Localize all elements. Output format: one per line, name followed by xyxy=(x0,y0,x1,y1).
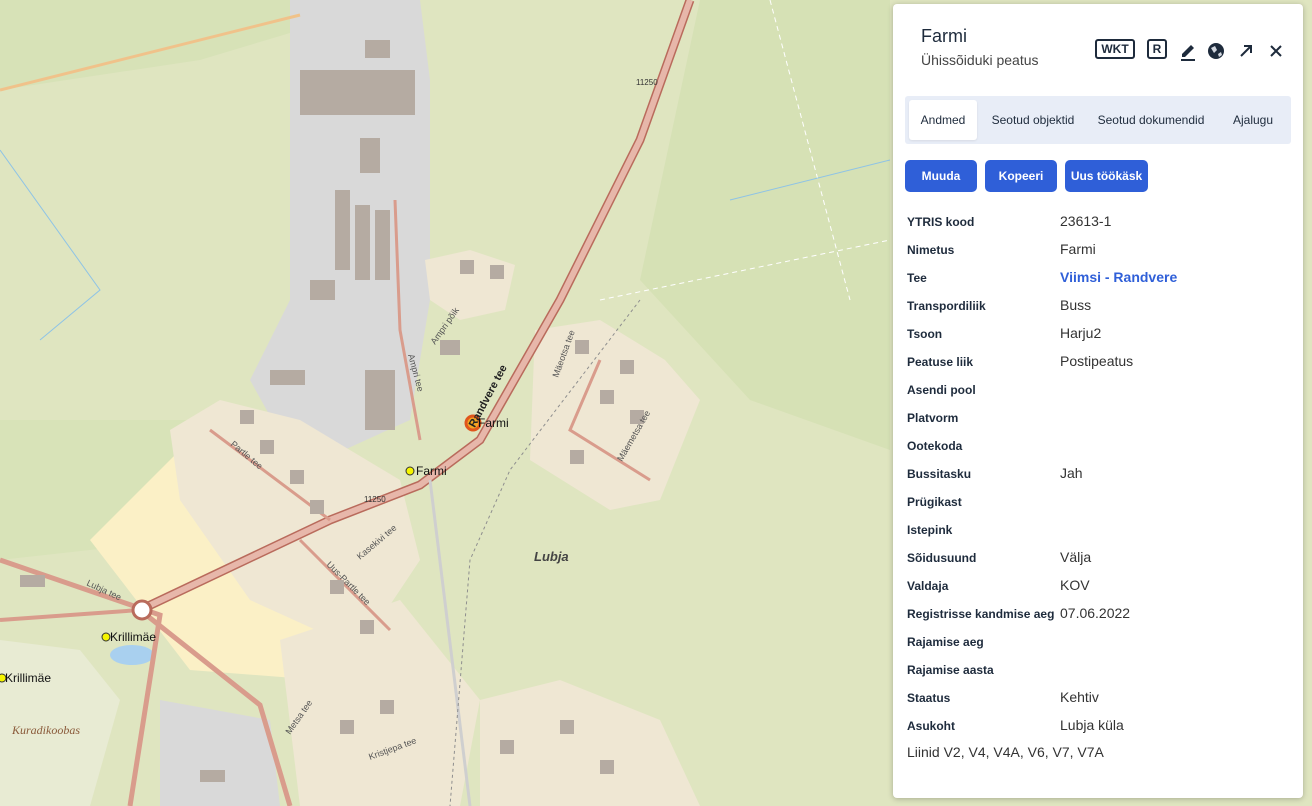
stop-marker-krillimae[interactable] xyxy=(101,632,111,642)
wkt-button[interactable]: WKT xyxy=(1095,39,1135,59)
map-label-krillimae-2: Krillimäe xyxy=(5,671,51,685)
bus-lines: Liinid V2, V4, V4A, V6, V7, V7A xyxy=(907,744,1104,760)
field-row-valdaja: Valdaja KOV xyxy=(907,575,1297,597)
details-panel: Farmi Ühissõiduki peatus WKT R Andmed Se… xyxy=(893,4,1303,798)
field-row-nimetus: Nimetus Farmi xyxy=(907,239,1297,261)
map-label-farmi-selected: Farmi xyxy=(478,416,509,430)
field-row-registrisse-kandmise-aeg: Registrisse kandmise aeg 07.06.2022 xyxy=(907,603,1297,625)
close-icon xyxy=(1270,45,1282,57)
field-value: Farmi xyxy=(1060,241,1096,257)
arrow-up-right-icon xyxy=(1240,45,1252,57)
close-panel-button[interactable] xyxy=(1265,40,1287,62)
field-value: Lubja küla xyxy=(1060,717,1124,733)
field-label: Platvorm xyxy=(907,411,959,425)
field-row-rajamise-aasta: Rajamise aasta xyxy=(907,659,1297,681)
field-row-staatus: Staatus Kehtiv xyxy=(907,687,1297,709)
field-value: 23613-1 xyxy=(1060,213,1112,229)
tab-seotud-objektid[interactable]: Seotud objektid xyxy=(983,100,1083,140)
panel-subtitle: Ühissõiduki peatus xyxy=(921,52,1039,68)
field-value: KOV xyxy=(1060,577,1090,593)
field-row-asukoht: Asukoht Lubja küla xyxy=(907,715,1297,737)
field-value: 07.06.2022 xyxy=(1060,605,1131,621)
copy-button[interactable]: Kopeeri xyxy=(985,160,1057,192)
field-label: Valdaja xyxy=(907,579,949,593)
map-label-road-number: 11250 xyxy=(636,78,658,87)
new-task-button[interactable]: Uus töökäsk xyxy=(1065,160,1148,192)
r-button[interactable]: R xyxy=(1147,39,1167,59)
field-label: Istepink xyxy=(907,523,953,537)
globe-icon xyxy=(1208,43,1224,59)
globe-button[interactable] xyxy=(1205,40,1227,62)
field-label: Ootekoda xyxy=(907,439,963,453)
field-row-platvorm: Platvorm xyxy=(907,407,1297,429)
edit-geometry-button[interactable] xyxy=(1177,40,1199,62)
map-label-lubja: Lubja xyxy=(534,549,569,564)
field-label: Nimetus xyxy=(907,243,955,257)
map-label-krillimae: Krillimäe xyxy=(110,630,156,644)
field-row-istepink: Istepink xyxy=(907,519,1297,541)
field-label: Asukoht xyxy=(907,719,955,733)
stop-marker-farmi[interactable] xyxy=(405,466,415,476)
field-row-asendi-pool: Asendi pool xyxy=(907,379,1297,401)
map-label-kuradikoobas: Kuradikoobas xyxy=(11,723,80,737)
field-value: Kehtiv xyxy=(1060,689,1099,705)
field-label: Staatus xyxy=(907,691,951,705)
map-label-farmi: Farmi xyxy=(416,464,447,478)
field-value: Välja xyxy=(1060,549,1092,565)
tab-ajalugu[interactable]: Ajalugu xyxy=(1221,100,1285,140)
tab-seotud-dokumendid[interactable]: Seotud dokumendid xyxy=(1089,100,1213,140)
tab-andmed[interactable]: Andmed xyxy=(909,100,977,140)
field-row-peatuse-liik: Peatuse liik Postipeatus xyxy=(907,351,1297,373)
field-value: Postipeatus xyxy=(1060,353,1134,369)
field-value: Harju2 xyxy=(1060,325,1102,341)
pencil-icon xyxy=(1181,45,1195,61)
map-label-road-number-2: 11250 xyxy=(364,495,386,504)
field-row-ytris-kood: YTRIS kood 23613-1 xyxy=(907,211,1297,233)
field-label: Transpordiliik xyxy=(907,299,986,313)
road-link[interactable]: Viimsi - Randvere xyxy=(1060,269,1177,285)
field-row-soidusuund: Sõidusuund Välja xyxy=(907,547,1297,569)
field-value: Jah xyxy=(1060,465,1083,481)
field-label: Tsoon xyxy=(907,327,943,341)
field-row-transpordiliik: Transpordiliik Buss xyxy=(907,295,1297,317)
field-label: Tee xyxy=(907,271,927,285)
field-row-prugikast: Prügikast xyxy=(907,491,1297,513)
tab-bar: Andmed Seotud objektid Seotud dokumendid… xyxy=(905,96,1291,144)
field-row-tsoon: Tsoon Harju2 xyxy=(907,323,1297,345)
field-label: Bussitasku xyxy=(907,467,972,481)
panel-title: Farmi xyxy=(921,26,967,46)
field-label: YTRIS kood xyxy=(907,215,975,229)
field-label: Registrisse kandmise aeg xyxy=(907,607,1055,621)
field-label: Rajamise aeg xyxy=(907,635,984,649)
field-value: Buss xyxy=(1060,297,1092,313)
field-row-ootekoda: Ootekoda xyxy=(907,435,1297,457)
open-external-button[interactable] xyxy=(1235,40,1257,62)
field-row-tee: Tee Viimsi - Randvere xyxy=(907,267,1297,289)
edit-button[interactable]: Muuda xyxy=(905,160,977,192)
field-label: Sõidusuund xyxy=(907,551,977,565)
field-row-bussitasku: Bussitasku Jah xyxy=(907,463,1297,485)
field-row-rajamise-aeg: Rajamise aeg xyxy=(907,631,1297,653)
field-label: Asendi pool xyxy=(907,383,976,397)
field-label: Rajamise aasta xyxy=(907,663,994,677)
field-label: Prügikast xyxy=(907,495,962,509)
field-label: Peatuse liik xyxy=(907,355,974,369)
